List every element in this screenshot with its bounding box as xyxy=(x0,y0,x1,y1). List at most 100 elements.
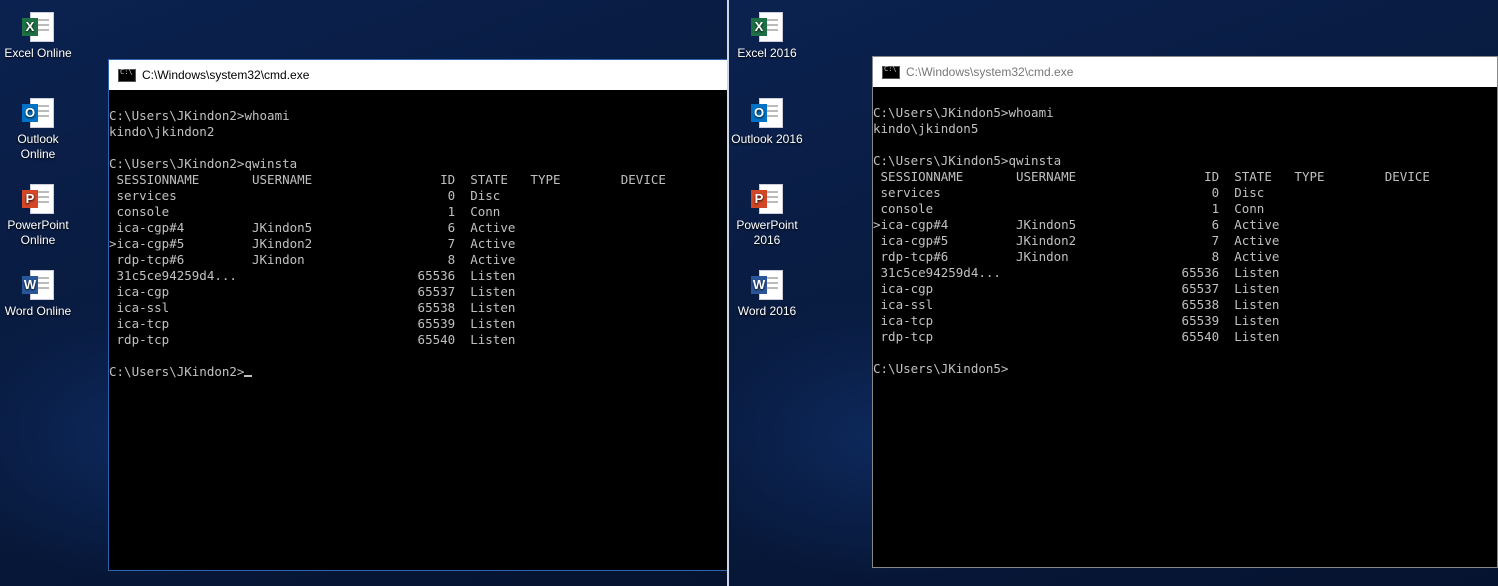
console-line: ica-ssl 65538 Listen xyxy=(873,297,1497,313)
console-line: services 0 Disc xyxy=(873,185,1497,201)
console-line-text: 31c5ce94259d4... 65536 Listen xyxy=(109,268,516,283)
shortcut-label: Word 2016 xyxy=(737,304,797,318)
console-output[interactable]: C:\Users\JKindon2>whoami kindo\jkindon2 C:… xyxy=(109,90,728,380)
powerpoint-icon: P xyxy=(22,184,54,214)
shortcut-label: Outlook 2016 xyxy=(731,132,803,146)
word-online-shortcut[interactable]: W Word Online xyxy=(0,270,76,319)
console-line: kindo\jkindon2 xyxy=(109,124,728,140)
excel-icon: X xyxy=(751,12,783,42)
window-title: C:\Windows\system32\cmd.exe xyxy=(142,68,310,82)
console-line: console 1 Conn xyxy=(109,204,728,220)
console-line: kindo\jkindon5 xyxy=(873,121,1497,137)
console-line-text: 31c5ce94259d4... 65536 Listen xyxy=(873,265,1280,280)
console-line: >ica-cgp#5 JKindon2 7 Active xyxy=(109,236,728,252)
word-icon: W xyxy=(22,270,54,300)
console-line: 31c5ce94259d4... 65536 Listen xyxy=(873,265,1497,281)
console-line-text: ica-ssl 65538 Listen xyxy=(873,297,1280,312)
shortcut-label: Outlook Online xyxy=(17,132,59,161)
right-desktop: X Excel 2016 O Outlook 2016 P PowerPoint… xyxy=(729,0,1498,586)
console-line: rdp-tcp 65540 Listen xyxy=(873,329,1497,345)
console-line-text: rdp-tcp 65540 Listen xyxy=(873,329,1280,344)
console-line: rdp-tcp#6 JKindon 8 Active xyxy=(109,252,728,268)
console-line: ica-tcp 65539 Listen xyxy=(109,316,728,332)
console-line-text: rdp-tcp#6 JKindon 8 Active xyxy=(873,249,1280,264)
outlook-icon: O xyxy=(22,98,54,128)
excel-online-shortcut[interactable]: X Excel Online xyxy=(0,12,76,61)
shortcut-label: PowerPoint 2016 xyxy=(736,218,798,247)
console-icon xyxy=(882,65,900,79)
word-2016-shortcut[interactable]: W Word 2016 xyxy=(729,270,805,319)
console-line: SESSIONNAME USERNAME ID STATE TYPE DEVIC… xyxy=(109,172,728,188)
console-line: services 0 Disc xyxy=(109,188,728,204)
console-line-text: ica-tcp 65539 Listen xyxy=(109,316,516,331)
console-line-text: kindo\jkindon2 xyxy=(109,124,215,139)
console-line-text: rdp-tcp 65540 Listen xyxy=(109,332,516,347)
shortcut-label: PowerPoint Online xyxy=(7,218,69,247)
text-cursor xyxy=(244,375,253,377)
console-line: >ica-cgp#4 JKindon5 6 Active xyxy=(873,217,1497,233)
console-line-text: ica-ssl 65538 Listen xyxy=(109,300,516,315)
console-line: 31c5ce94259d4... 65536 Listen xyxy=(109,268,728,284)
cmd-window-left[interactable]: C:\Windows\system32\cmd.exe C:\Users\JKi… xyxy=(108,59,729,571)
console-line-text: C:\Users\JKindon2> xyxy=(109,364,245,379)
console-line-text: kindo\jkindon5 xyxy=(873,121,979,136)
console-icon xyxy=(118,68,136,82)
cmd-window-right[interactable]: C:\Windows\system32\cmd.exe C:\Users\JKi… xyxy=(872,56,1498,568)
console-line: C:\Users\JKindon5>qwinsta xyxy=(873,153,1497,169)
powerpoint-2016-shortcut[interactable]: P PowerPoint 2016 xyxy=(729,184,805,248)
console-line: SESSIONNAME USERNAME ID STATE TYPE DEVIC… xyxy=(873,169,1497,185)
console-line-text: C:\Users\JKindon5>whoami xyxy=(873,105,1054,120)
console-output[interactable]: C:\Users\JKindon5>whoami kindo\jkindon5 C:… xyxy=(873,87,1497,377)
powerpoint-icon: P xyxy=(751,184,783,214)
outlook-online-shortcut[interactable]: O Outlook Online xyxy=(0,98,76,162)
console-line: rdp-tcp 65540 Listen xyxy=(109,332,728,348)
console-line-text: >ica-cgp#5 JKindon2 7 Active xyxy=(109,236,516,251)
console-line-text: C:\Users\JKindon2>qwinsta xyxy=(109,156,298,171)
console-line-text: console 1 Conn xyxy=(109,204,501,219)
console-line: C:\Users\JKindon5>whoami xyxy=(873,105,1497,121)
console-line-text: ica-tcp 65539 Listen xyxy=(873,313,1280,328)
console-line: C:\Users\JKindon2> xyxy=(109,364,728,380)
powerpoint-online-shortcut[interactable]: P PowerPoint Online xyxy=(0,184,76,248)
word-icon: W xyxy=(751,270,783,300)
console-line-text: >ica-cgp#4 JKindon5 6 Active xyxy=(873,217,1280,232)
console-line: C:\Users\JKindon2>qwinsta xyxy=(109,156,728,172)
console-line-text: C:\Users\JKindon5> xyxy=(873,361,1009,376)
console-line: ica-tcp 65539 Listen xyxy=(873,313,1497,329)
console-line: ica-cgp#4 JKindon5 6 Active xyxy=(109,220,728,236)
console-line: C:\Users\JKindon5> xyxy=(873,361,1497,377)
outlook-2016-shortcut[interactable]: O Outlook 2016 xyxy=(729,98,805,147)
shortcut-label: Word Online xyxy=(4,304,72,318)
shortcut-label: Excel 2016 xyxy=(737,46,797,60)
window-title: C:\Windows\system32\cmd.exe xyxy=(906,65,1074,79)
shortcut-label: Excel Online xyxy=(4,46,72,60)
console-line-text: C:\Users\JKindon2>whoami xyxy=(109,108,290,123)
window-titlebar[interactable]: C:\Windows\system32\cmd.exe xyxy=(873,57,1497,87)
left-desktop: X Excel Online O Outlook Online P PowerP… xyxy=(0,0,729,586)
console-line: ica-cgp#5 JKindon2 7 Active xyxy=(873,233,1497,249)
excel-2016-shortcut[interactable]: X Excel 2016 xyxy=(729,12,805,61)
console-line: ica-ssl 65538 Listen xyxy=(109,300,728,316)
console-line-text: ica-cgp 65537 Listen xyxy=(873,281,1280,296)
console-line-text: rdp-tcp#6 JKindon 8 Active xyxy=(109,252,516,267)
console-line: rdp-tcp#6 JKindon 8 Active xyxy=(873,249,1497,265)
console-line-text: C:\Users\JKindon5>qwinsta xyxy=(873,153,1062,168)
console-line: console 1 Conn xyxy=(873,201,1497,217)
console-line-text: services 0 Disc xyxy=(109,188,501,203)
console-line-text: ica-cgp 65537 Listen xyxy=(109,284,516,299)
console-line-text: SESSIONNAME USERNAME ID STATE TYPE DEVIC… xyxy=(109,172,666,187)
console-line: C:\Users\JKindon2>whoami xyxy=(109,108,728,124)
console-line-text: ica-cgp#5 JKindon2 7 Active xyxy=(873,233,1280,248)
console-line-text: ica-cgp#4 JKindon5 6 Active xyxy=(109,220,516,235)
console-line: ica-cgp 65537 Listen xyxy=(873,281,1497,297)
console-line-text: services 0 Disc xyxy=(873,185,1265,200)
console-line-text: console 1 Conn xyxy=(873,201,1265,216)
console-line-text: SESSIONNAME USERNAME ID STATE TYPE DEVIC… xyxy=(873,169,1430,184)
window-titlebar[interactable]: C:\Windows\system32\cmd.exe xyxy=(109,60,728,90)
